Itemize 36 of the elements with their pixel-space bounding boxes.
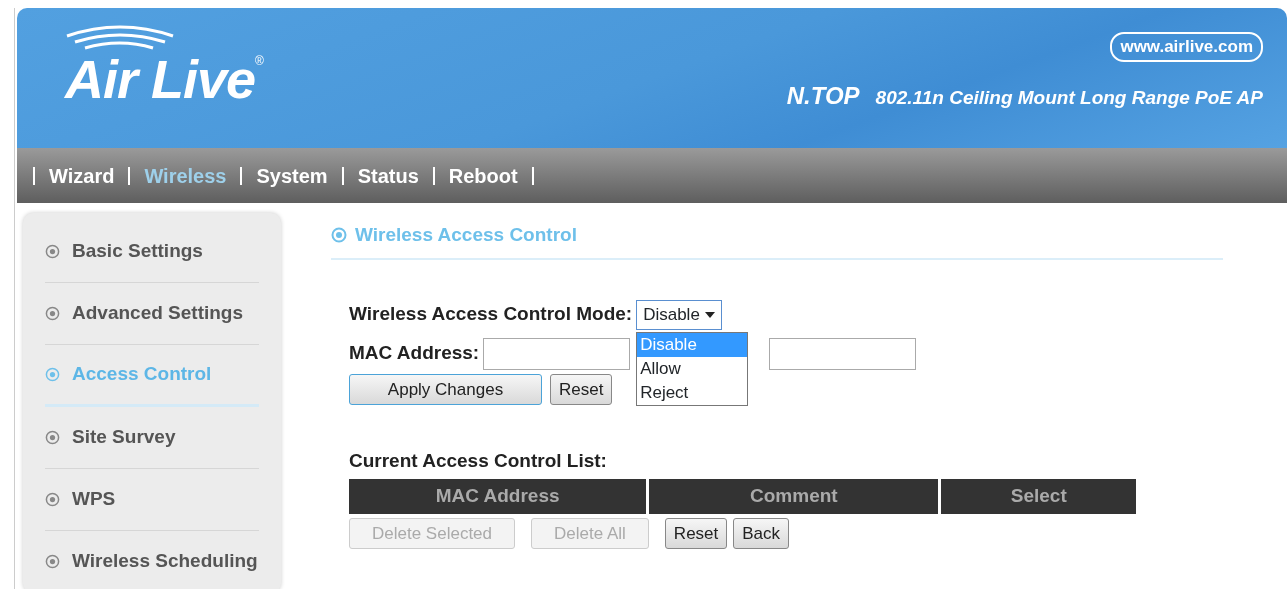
column-header: Select: [941, 479, 1139, 514]
dropdown-option[interactable]: Allow: [637, 356, 748, 381]
comment-field[interactable]: [769, 337, 917, 370]
list-button[interactable]: Back: [733, 517, 790, 549]
field-label: Wireless Access Control Mode:: [349, 302, 633, 327]
nav-tab[interactable]: Status: [343, 160, 433, 191]
list-button[interactable]: Reset: [664, 517, 728, 549]
nav-tab[interactable]: System: [242, 160, 342, 191]
logo-text: Air Live: [65, 49, 256, 109]
sidebar-item[interactable]: WPS: [45, 469, 259, 531]
list-title: Current Access Control List:: [349, 448, 608, 473]
field-label: MAC Address:: [349, 341, 480, 366]
target-icon: [45, 492, 60, 507]
registered-mark: ®: [255, 54, 264, 68]
target-icon: [45, 430, 60, 445]
sidebar-item[interactable]: Basic Settings: [45, 221, 259, 283]
dropdown-option[interactable]: Reject: [637, 380, 748, 405]
target-icon: [331, 227, 347, 244]
reset-button[interactable]: Reset: [550, 373, 613, 405]
section-title: Wireless Access Control: [355, 223, 577, 247]
product-description: 802.11n Ceiling Mount Long Range PoE AP: [875, 85, 1263, 110]
sidebar-item[interactable]: Advanced Settings: [45, 283, 259, 345]
mode-dropdown[interactable]: Disable: [636, 299, 723, 330]
model-name: N.TOP: [786, 80, 860, 111]
nav-tab[interactable]: Reboot: [434, 160, 532, 191]
target-icon: [45, 367, 60, 382]
caret-icon: [705, 311, 716, 318]
apply-button[interactable]: Apply Changes: [349, 373, 542, 405]
nav-tab[interactable]: Wizard: [35, 160, 129, 191]
website-badge: www.airlive.com: [1110, 32, 1263, 62]
target-icon: [45, 554, 60, 569]
target-icon: [45, 306, 60, 321]
target-icon: [45, 244, 60, 259]
mac-address-field[interactable]: [483, 337, 631, 370]
sidebar-item[interactable]: Site Survey: [45, 407, 259, 469]
sidebar-item[interactable]: Wireless Scheduling: [45, 531, 259, 589]
